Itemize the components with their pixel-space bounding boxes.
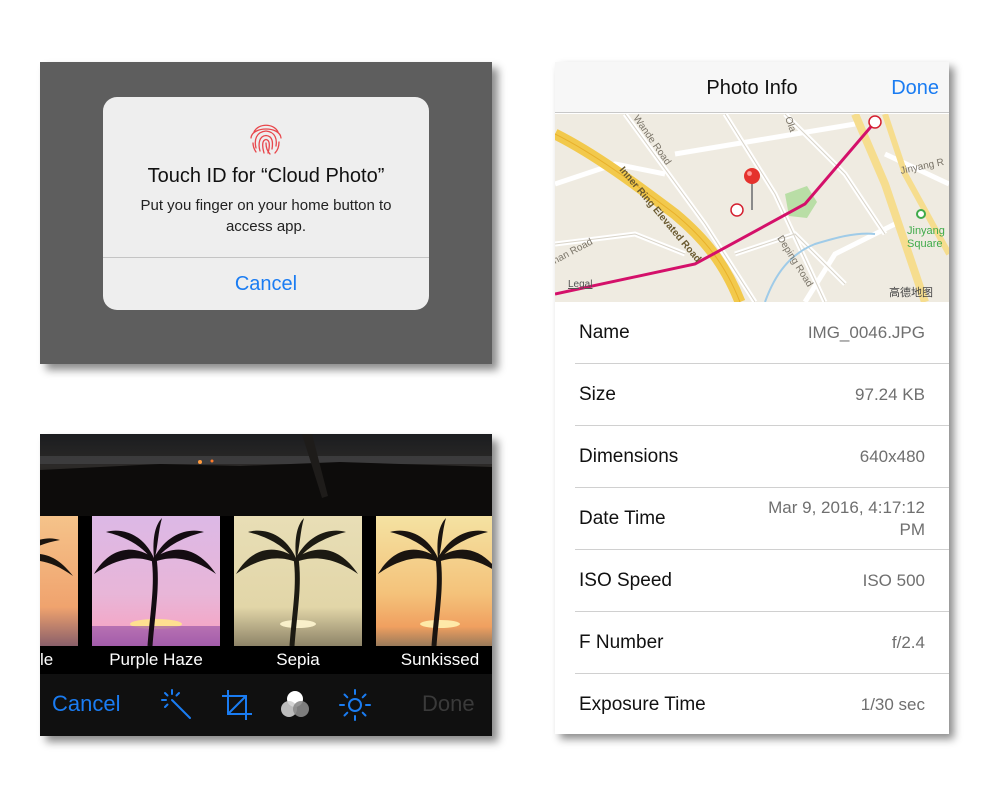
touchid-alert: Touch ID for “Cloud Photo” Put you finge…	[103, 97, 429, 310]
photo-preview	[40, 434, 492, 516]
info-row-label: F Number	[579, 632, 664, 653]
info-row-value: ISO 500	[862, 571, 925, 590]
touchid-message: Put you finger on your home button to ac…	[140, 197, 392, 235]
map-provider-logo: 高德地图	[889, 285, 933, 299]
info-row-exposure-time: Exposure Time 1/30 sec	[575, 674, 949, 734]
info-row-label: Size	[579, 384, 616, 405]
filter-label-partial: le	[40, 650, 54, 669]
info-list: Name IMG_0046.JPG Size 97.24 KB Dimensio…	[555, 302, 949, 734]
info-row-label: Name	[579, 322, 630, 343]
filters-icon[interactable]	[278, 688, 312, 722]
fingerprint-icon	[250, 124, 282, 155]
info-row-value: 97.24 KB	[855, 385, 925, 404]
navigation-bar: Photo Info Done	[555, 62, 949, 113]
info-row-label: Dimensions	[579, 446, 679, 467]
photo-filter-editor: le Purple Haze Sepia Sunkissed Cancel Do…	[40, 434, 492, 736]
info-row-value: 640x480	[859, 447, 925, 466]
page-title: Photo Info	[706, 77, 798, 99]
edit-toolbar: Cancel Done	[40, 674, 492, 736]
info-row-value: Mar 9, 2016, 4:17:12 PM	[768, 498, 925, 539]
filter-thumb-purple-haze[interactable]	[92, 516, 220, 646]
brightness-icon[interactable]	[338, 688, 372, 722]
map-label-square: Square	[907, 238, 942, 250]
filter-thumb-sepia[interactable]	[234, 516, 362, 646]
info-done-button[interactable]: Done	[891, 77, 939, 100]
map-legal-link[interactable]: Legal	[568, 279, 592, 290]
touchid-screen: Touch ID for “Cloud Photo” Put you finge…	[40, 62, 492, 364]
filter-label-sunkissed: Sunkissed	[400, 650, 480, 669]
info-row-label: Exposure Time	[579, 694, 706, 715]
edit-done-button[interactable]: Done	[422, 691, 475, 717]
magic-wand-icon[interactable]	[160, 688, 194, 722]
map-label-jinyang-square: Jinyang	[907, 225, 945, 237]
touchid-cancel-button[interactable]: Cancel	[103, 258, 429, 310]
info-row-date-time: Date Time Mar 9, 2016, 4:17:12 PM	[575, 488, 949, 550]
info-row-value: f/2.4	[891, 633, 925, 652]
info-row-value: 1/30 sec	[860, 695, 925, 714]
filter-thumb-sunkissed[interactable]	[376, 516, 492, 646]
info-row-iso-speed: ISO Speed ISO 500	[575, 550, 949, 612]
info-row-value: IMG_0046.JPG	[807, 323, 925, 342]
crop-icon[interactable]	[220, 688, 254, 722]
edit-cancel-button[interactable]: Cancel	[52, 691, 120, 717]
photo-info-screen: Photo Info Done Wande Road Ola Deping Ro…	[555, 62, 949, 734]
touchid-title: Touch ID for “Cloud Photo”	[147, 165, 385, 187]
info-row-name: Name IMG_0046.JPG	[575, 302, 949, 364]
filter-label-sepia: Sepia	[276, 650, 320, 669]
info-row-size: Size 97.24 KB	[575, 364, 949, 426]
filter-thumb-partial[interactable]	[40, 516, 78, 646]
info-row-f-number: F Number f/2.4	[575, 612, 949, 674]
info-row-label: ISO Speed	[579, 570, 672, 591]
filter-label-purple-haze: Purple Haze	[109, 650, 203, 669]
info-row-label: Date Time	[579, 508, 666, 529]
location-map[interactable]: Wande Road Ola Deping Road nan Road Jiny…	[555, 114, 949, 302]
info-row-dimensions: Dimensions 640x480	[575, 426, 949, 488]
